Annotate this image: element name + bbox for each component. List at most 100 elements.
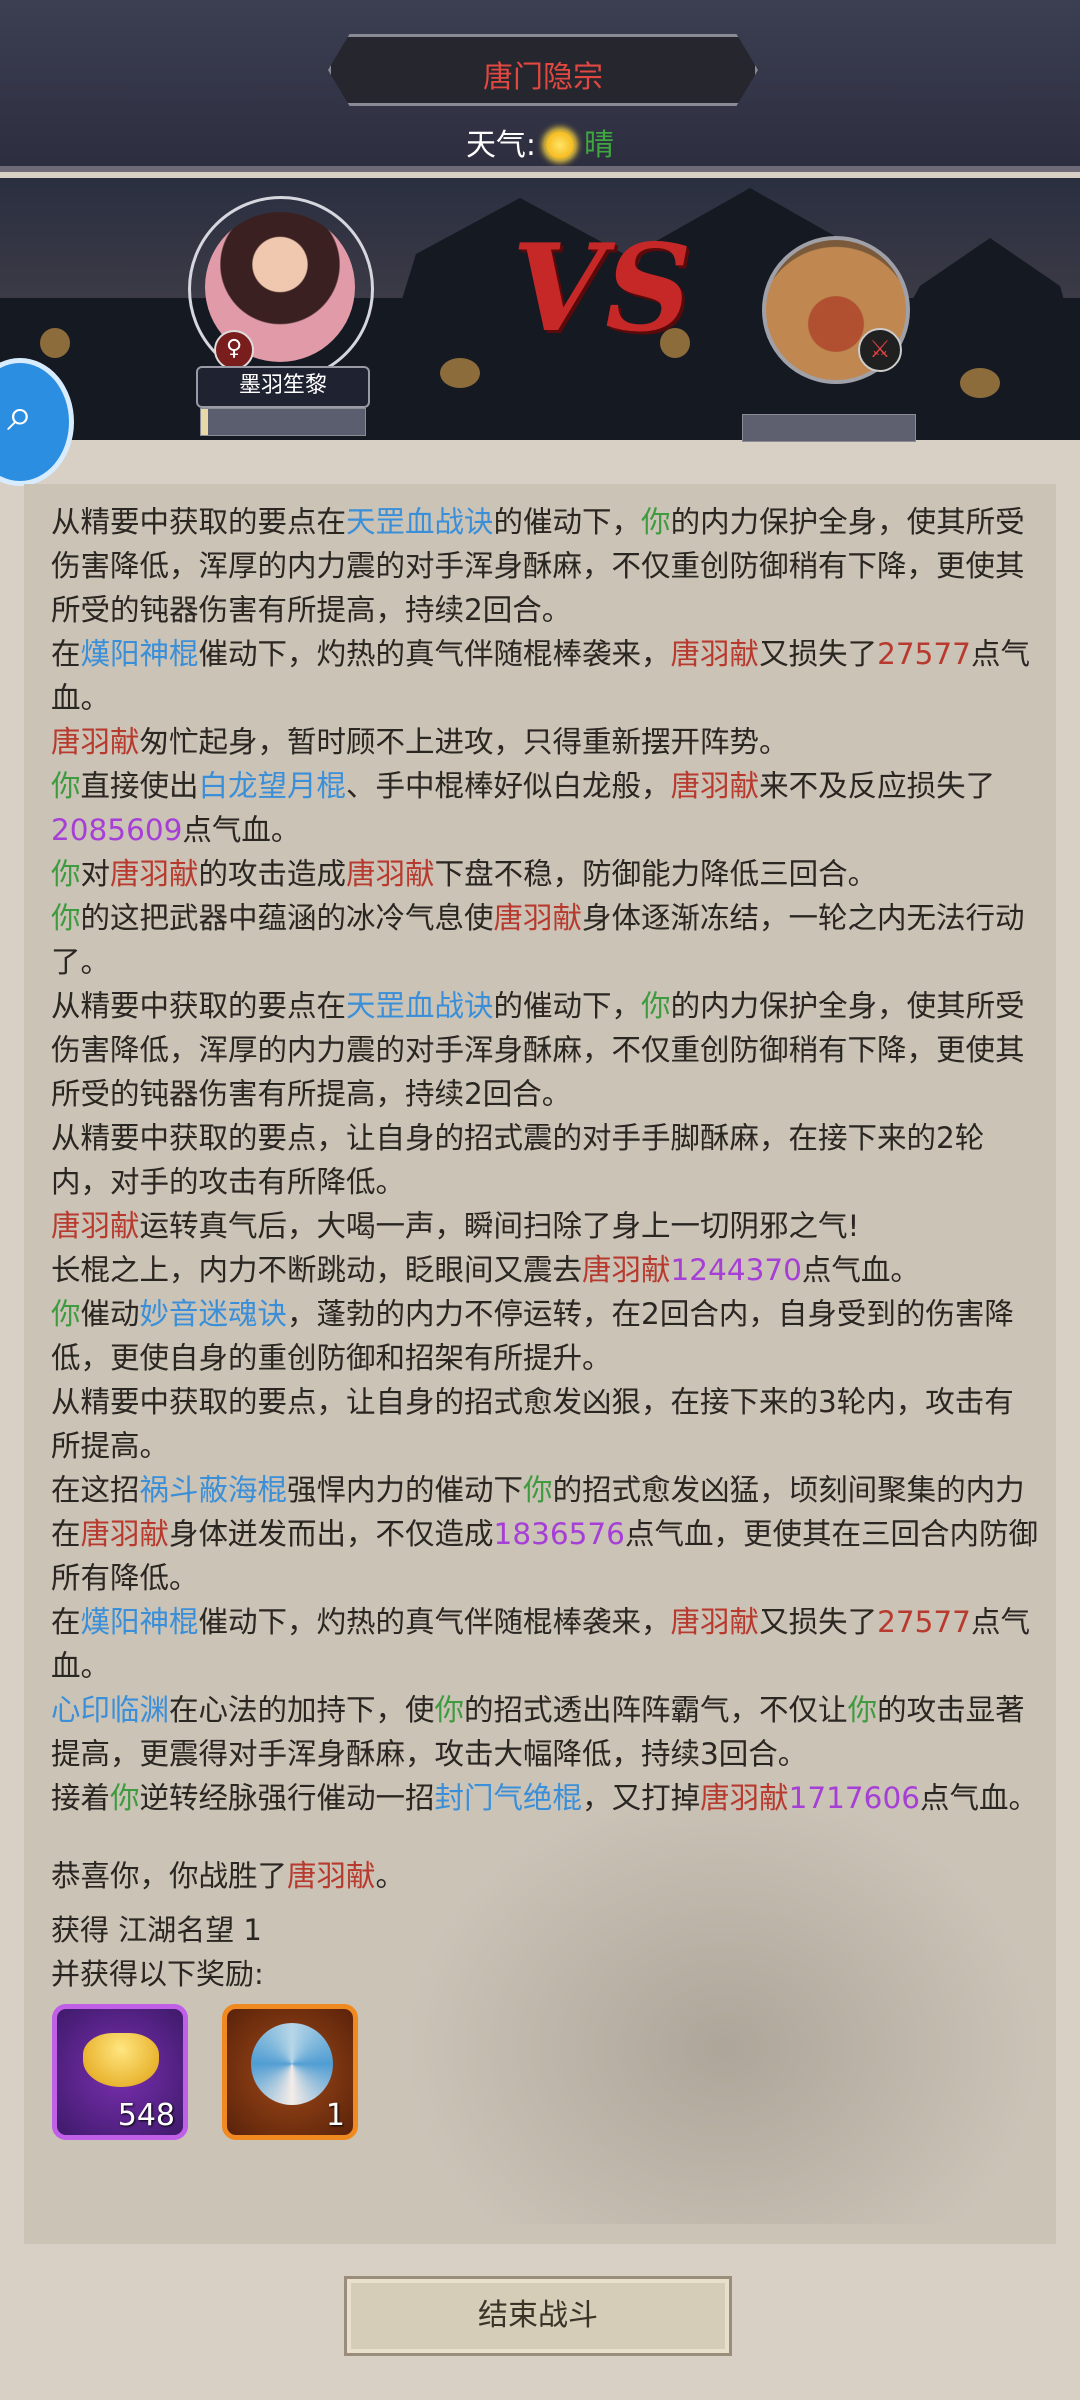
enemy-name: 唐羽献: [346, 857, 435, 891]
defeated-enemy-name: 唐羽献: [287, 1859, 376, 1893]
log-text: 运转真气后，大喝一声，瞬间扫除了身上一切阴邪之气!: [139, 1209, 860, 1243]
log-text: 从精要中获取的要点，让自身的招式愈发凶狠，在接下来的3轮内，攻击有所提高。: [51, 1385, 1014, 1463]
log-text: 身体迸发而出，不仅造成: [169, 1517, 494, 1551]
enemy-name: 唐羽献: [670, 1605, 760, 1639]
log-text: 、手中棍棒好似白龙般，: [346, 769, 671, 803]
log-text: 逆转经脉强行催动一招: [139, 1781, 435, 1815]
log-text: 从精要中获取的要点在: [51, 989, 347, 1023]
enemy-hp-bar: [742, 414, 916, 442]
log-text: 点气血。: [801, 1253, 920, 1287]
title-plate: 唐门隐宗: [328, 34, 758, 106]
log-entry: 长棍之上，内力不断跳动，眨眼间又震去唐羽献1244370点气血。: [51, 1248, 1041, 1292]
log-entry: 心印临渊在心法的加持下，使你的招式透出阵阵霸气，不仅让你的攻击显著提高，更震得对…: [51, 1688, 1041, 1776]
end-battle-button[interactable]: 结束战斗: [344, 2276, 732, 2356]
log-text: 催动下，灼热的真气伴随棍棒袭来，: [198, 637, 671, 671]
log-text: 的招式透出阵阵霸气，不仅让: [464, 1693, 848, 1727]
gold-ingot-icon: [83, 2033, 159, 2087]
victory-suffix: 。: [375, 1859, 406, 1893]
log-entry: 唐羽献运转真气后，大喝一声，瞬间扫除了身上一切阴邪之气!: [51, 1204, 1041, 1248]
victory-message: 恭喜你，你战胜了唐羽献。: [51, 1854, 405, 1898]
enemy-name: 唐羽献: [80, 1517, 170, 1551]
ink-painting-background: [404, 1784, 1044, 2224]
sun-icon: [546, 131, 575, 159]
swirl-token-icon: [251, 2023, 333, 2105]
log-text: 在: [51, 1605, 81, 1639]
self-ref: 你: [51, 1297, 81, 1331]
self-ref: 你: [110, 1781, 140, 1815]
log-entry: 你直接使出白龙望月棍、手中棍棒好似白龙般，唐羽献来不及反应损失了 2085609点…: [51, 764, 1041, 852]
damage-value: 1836576: [493, 1517, 625, 1551]
victory-prefix: 恭喜你，你战胜了: [51, 1859, 288, 1893]
damage-value: 1244370: [670, 1253, 802, 1287]
log-entry: 从精要中获取的要点在天罡血战诀的催动下，你的内力保护全身，使其所受伤害降低，浑厚…: [51, 984, 1041, 1116]
battle-log: 从精要中获取的要点在天罡血战诀的催动下，你的内力保护全身，使其所受伤害降低，浑厚…: [51, 500, 1041, 1820]
weapon-badge-icon: ⚔: [858, 328, 902, 372]
self-ref: 你: [51, 901, 81, 935]
enemy-name: 唐羽献: [493, 901, 583, 935]
log-text: 的催动下，: [493, 505, 642, 539]
log-text: 匆忙起身，暂时顾不上进攻，只得重新摆开阵势。: [139, 725, 789, 759]
log-text: 催动: [80, 1297, 140, 1331]
damage-value: 1717606: [788, 1781, 920, 1815]
enemy-name: 唐羽献: [110, 857, 199, 891]
self-ref: 你: [523, 1473, 553, 1507]
enemy-name: 唐羽献: [51, 725, 140, 759]
female-gender-icon: ♀: [214, 330, 254, 370]
skill-name: 天罡血战诀: [346, 989, 494, 1023]
log-text: 从精要中获取的要点在: [51, 505, 347, 539]
log-entry: 在这招祸斗蔽海棍强悍内力的催动下你的招式愈发凶猛，顷刻间聚集的内力在唐羽献身体迸…: [51, 1468, 1041, 1600]
log-entry: 在熯阳神棍催动下，灼热的真气伴随棍棒袭来，唐羽献又损失了27577点气血。: [51, 632, 1041, 720]
log-text: 的催动下，: [493, 989, 642, 1023]
lantern-glow: [40, 328, 70, 358]
enemy-name: 唐羽献: [670, 769, 760, 803]
skill-name: 熯阳神棍: [80, 1605, 199, 1639]
log-entry: 从精要中获取的要点在天罡血战诀的催动下，你的内力保护全身，使其所受伤害降低，浑厚…: [51, 500, 1041, 632]
log-text: 又损失了: [759, 1605, 878, 1639]
enemy-name: 唐羽献: [582, 1253, 671, 1287]
log-entry: 在熯阳神棍催动下，灼热的真气伴随棍棒袭来，唐羽献又损失了27577点气血。: [51, 1600, 1041, 1688]
reward-quantity: 1: [325, 2098, 345, 2133]
reward-item-gold[interactable]: 548: [52, 2004, 188, 2140]
lantern-glow: [440, 358, 480, 388]
log-text: 从精要中获取的要点，让自身的招式震的对手手脚酥麻，在接下来的2轮内，对手的攻击有…: [51, 1121, 985, 1199]
fame-reward: 获得 江湖名望 1: [51, 1913, 262, 1947]
log-text: 在心法的加持下，使: [169, 1693, 435, 1727]
log-text: 对: [80, 857, 111, 891]
player-hp-bar: [200, 408, 366, 436]
skill-name: 妙音迷魂诀: [139, 1297, 288, 1331]
log-text: 在: [51, 637, 81, 671]
log-text: 下盘不稳，防御能力降低三回合。: [434, 857, 878, 891]
reward-item-token[interactable]: 1: [222, 2004, 358, 2140]
skill-name: 祸斗蔽海棍: [139, 1473, 288, 1507]
player-name: 墨羽笙黎: [196, 366, 370, 408]
player-hp-fill: [201, 409, 208, 435]
log-entry: 从精要中获取的要点，让自身的招式愈发凶狠，在接下来的3轮内，攻击有所提高。: [51, 1380, 1041, 1468]
skill-name: 白龙望月棍: [198, 769, 347, 803]
log-text: 接着: [51, 1781, 111, 1815]
log-text: 强悍内力的催动下: [287, 1473, 524, 1507]
skill-name: 封门气绝棍: [434, 1781, 583, 1815]
enemy-name: 唐羽献: [700, 1781, 789, 1815]
self-ref: 你: [641, 505, 671, 539]
log-text: 催动下，灼热的真气伴随棍棒袭来，: [198, 1605, 671, 1639]
weather-row: 天气: 晴: [0, 120, 1080, 164]
self-ref: 你: [51, 769, 81, 803]
log-text: 点气血。: [182, 813, 301, 847]
reward-quantity: 548: [117, 2098, 175, 2133]
vs-emblem: VS: [512, 218, 692, 359]
battle-banner: VS: [0, 178, 1080, 440]
self-ref: 你: [51, 857, 81, 891]
log-text: ，又打掉: [582, 1781, 701, 1815]
log-text: 直接使出: [80, 769, 199, 803]
log-entry: 从精要中获取的要点，让自身的招式震的对手手脚酥麻，在接下来的2轮内，对手的攻击有…: [51, 1116, 1041, 1204]
battle-log-panel: 从精要中获取的要点在天罡血战诀的催动下，你的内力保护全身，使其所受伤害降低，浑厚…: [24, 484, 1056, 2244]
log-entry: 你对唐羽献的攻击造成唐羽献下盘不稳，防御能力降低三回合。: [51, 852, 1041, 896]
log-entry: 你的这把武器中蕴涵的冰冷气息使唐羽献身体逐渐冻结，一轮之内无法行动了。: [51, 896, 1041, 984]
enemy-name: 唐羽献: [51, 1209, 140, 1243]
log-text: 点气血。: [919, 1781, 1038, 1815]
weather-label: 天气:: [465, 128, 537, 163]
skill-name: 心印临渊: [51, 1693, 170, 1727]
skill-name: 天罡血战诀: [346, 505, 494, 539]
log-text: 的攻击造成: [198, 857, 347, 891]
skill-name: 熯阳神棍: [80, 637, 199, 671]
